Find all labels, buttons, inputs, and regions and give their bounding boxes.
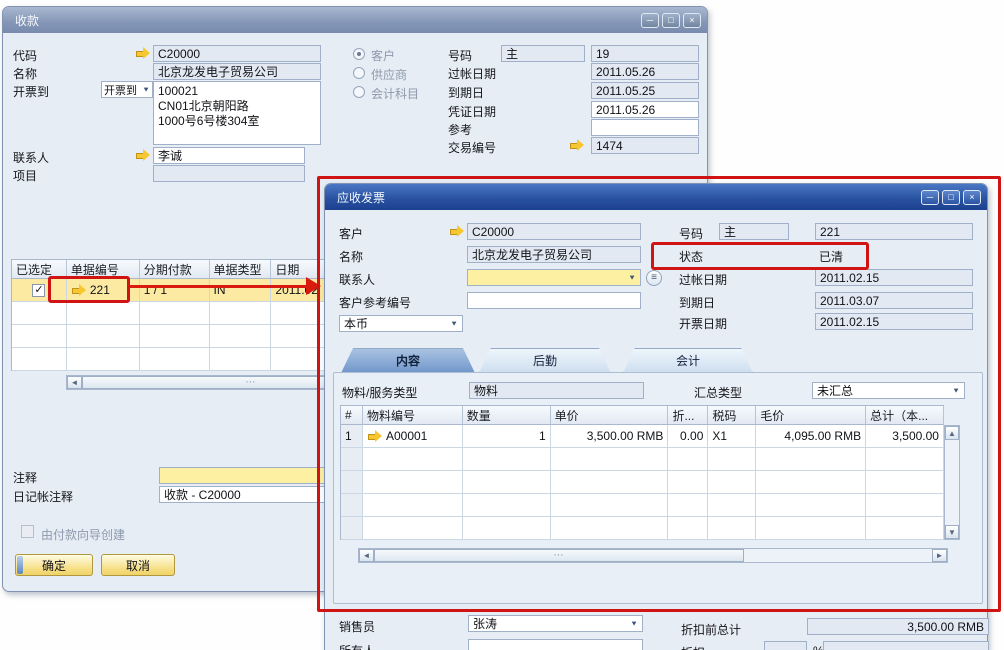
posting-date-label: 过帐日期 xyxy=(448,65,496,82)
screenshot-page: 收款 ─ □ × 代码 C20000 名称 北京龙发电子贸易公司 开票到 开票到… xyxy=(0,0,1004,650)
window-title: 收款 xyxy=(15,12,39,29)
customer-radio[interactable] xyxy=(353,48,365,60)
link-arrow-icon[interactable] xyxy=(135,47,150,59)
minimize-icon[interactable]: ─ xyxy=(641,13,659,28)
payment-wizard-checkbox-label: 由付款向导创建 xyxy=(41,526,125,543)
bill-to-combo[interactable]: 开票到 ▼ xyxy=(101,81,153,98)
annotation-box-doc221 xyxy=(48,276,130,303)
due-date-field: 2011.05.25 xyxy=(591,82,699,99)
link-arrow-icon[interactable] xyxy=(569,139,584,151)
contact-field[interactable]: 李诚 xyxy=(153,147,305,164)
cancel-button[interactable]: 取消 xyxy=(101,554,175,576)
bill-to-address-field[interactable]: 100021 CN01北京朝阳路 1000号6号楼304室 xyxy=(153,81,321,145)
discount-percent-field[interactable] xyxy=(764,641,807,650)
name-field: 北京龙发电子贸易公司 xyxy=(153,63,321,80)
owner-field[interactable] xyxy=(468,639,643,650)
payment-wizard-checkbox[interactable] xyxy=(21,525,34,538)
journal-remarks-label: 日记帐注释 xyxy=(13,488,73,505)
annotation-arrow-line xyxy=(130,285,308,288)
close-icon[interactable]: × xyxy=(683,13,701,28)
discount-label: 折扣 xyxy=(681,644,705,650)
total-before-discount-field: 3,500.00 RMB xyxy=(807,618,989,635)
chevron-down-icon: ▼ xyxy=(142,86,150,94)
due-date-label: 到期日 xyxy=(448,84,484,101)
annotation-box-invoice-window xyxy=(317,176,1001,612)
owner-label: 所有人 xyxy=(339,642,375,650)
maximize-icon[interactable]: □ xyxy=(662,13,680,28)
sales-employee-combo[interactable]: 张涛 ▼ xyxy=(468,615,643,632)
account-radio[interactable] xyxy=(353,86,365,98)
project-field xyxy=(153,165,305,182)
posting-date-field: 2011.05.26 xyxy=(591,63,699,80)
link-arrow-icon[interactable] xyxy=(135,149,150,161)
document-date-field[interactable]: 2011.05.26 xyxy=(591,101,699,118)
document-date-label: 凭证日期 xyxy=(448,103,496,120)
vendor-radio-label: 供应商 xyxy=(371,66,407,83)
code-field: C20000 xyxy=(153,45,321,62)
transaction-no-label: 交易编号 xyxy=(448,139,496,156)
ok-button[interactable]: 确定 xyxy=(15,554,93,576)
chevron-down-icon: ▼ xyxy=(630,620,638,628)
transaction-no-field: 1474 xyxy=(591,137,699,154)
sales-employee-label: 销售员 xyxy=(339,618,375,635)
customer-radio-label: 客户 xyxy=(371,47,395,64)
number-field: 19 xyxy=(591,45,699,62)
name-label: 名称 xyxy=(13,65,37,82)
number-series-field: 主 xyxy=(501,45,585,62)
discount-amount-field xyxy=(823,641,989,650)
bill-to-label: 开票到 xyxy=(13,83,49,100)
account-radio-label: 会计科目 xyxy=(371,85,419,102)
scroll-left-icon[interactable]: ◄ xyxy=(67,376,82,389)
doc-type-cell: IN xyxy=(210,279,272,302)
number-label: 号码 xyxy=(448,47,472,64)
row-checkbox[interactable]: ✓ xyxy=(32,284,45,297)
contact-label: 联系人 xyxy=(13,149,49,166)
reference-label: 参考 xyxy=(448,121,472,138)
remarks-label: 注释 xyxy=(13,469,37,486)
total-before-discount-label: 折扣前总计 xyxy=(681,621,741,638)
installment-cell: 1 / 1 xyxy=(140,279,210,302)
incoming-payments-titlebar[interactable]: 收款 ─ □ × xyxy=(3,7,707,33)
project-label: 项目 xyxy=(13,167,37,184)
reference-field[interactable] xyxy=(591,119,699,136)
vendor-radio[interactable] xyxy=(353,67,365,79)
code-label: 代码 xyxy=(13,47,37,64)
